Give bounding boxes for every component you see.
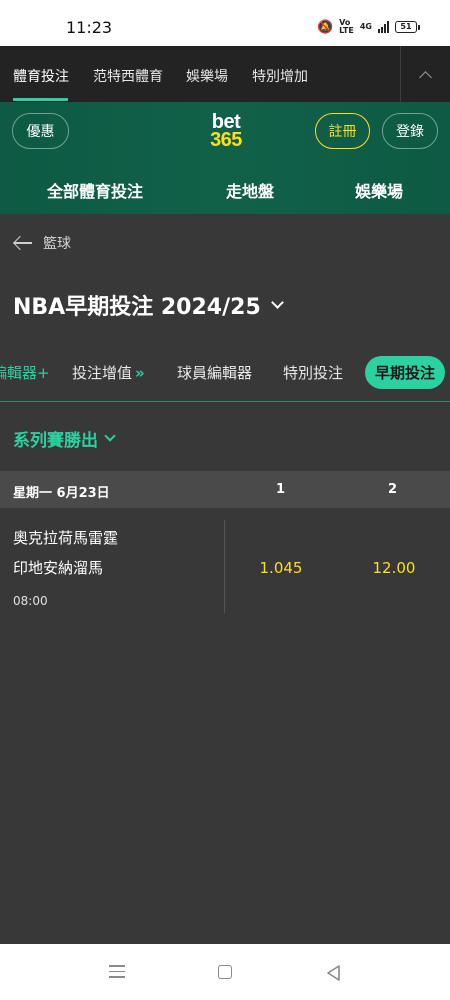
- chevron-up-icon: [419, 70, 432, 84]
- top-tab-specials[interactable]: 特別增加: [252, 66, 308, 86]
- subtab-specials[interactable]: 特別投注: [283, 362, 343, 383]
- market-title: 系列賽勝出: [13, 431, 98, 451]
- battery-icon: 51: [395, 21, 420, 33]
- login-button[interactable]: 登錄: [382, 113, 438, 149]
- top-nav: 體育投注 范特西體育 娛樂場 特別增加: [0, 46, 450, 102]
- back-label: 籃球: [43, 236, 71, 252]
- status-icons: 🔕 Vo LTE 4G 51: [317, 19, 420, 35]
- subtab-early-betting[interactable]: 早期投注: [365, 356, 445, 389]
- odds-button-1[interactable]: 1.045: [236, 559, 326, 577]
- network-4g-icon: 4G: [359, 22, 372, 31]
- subtab-bar: 編輯器+ 投注增值» 球員編輯器 特別投注 早期投注: [0, 352, 450, 392]
- system-nav-bar: [0, 944, 450, 1000]
- arrow-left-icon: [12, 235, 33, 251]
- back-link[interactable]: 籃球: [12, 233, 71, 253]
- team-home[interactable]: 奧克拉荷馬雷霆: [13, 527, 118, 548]
- back-icon[interactable]: [325, 964, 343, 982]
- chevron-down-icon: [270, 295, 284, 309]
- recent-apps-icon[interactable]: [109, 965, 125, 978]
- register-button[interactable]: 註冊: [315, 113, 370, 149]
- volte-icon: Vo LTE: [339, 18, 354, 35]
- market-dropdown[interactable]: 系列賽勝出: [13, 426, 116, 451]
- match-date: 星期一 6月23日: [13, 486, 110, 501]
- match-row: 奧克拉荷馬雷霆 印地安納溜馬 08:00 1.045 12.00: [0, 508, 450, 620]
- subtab-player-builder[interactable]: 球員編輯器: [177, 362, 252, 383]
- home-icon[interactable]: [218, 965, 232, 979]
- site-header: 優惠 bet 365 註冊 登錄 全部體育投注 走地盤 娛樂場: [0, 102, 450, 214]
- subtab-underline: [0, 401, 450, 402]
- date-header: 星期一 6月23日 1 2: [0, 471, 450, 508]
- divider: [224, 520, 225, 613]
- page-title: NBA早期投注 2024/25: [13, 295, 261, 320]
- active-tab-indicator: [13, 98, 68, 101]
- subtab-price-boost[interactable]: 投注增值»: [72, 362, 145, 383]
- collapse-button[interactable]: [401, 46, 450, 102]
- page-title-dropdown[interactable]: NBA早期投注 2024/25: [13, 289, 284, 321]
- column-header-1: 1: [276, 482, 286, 497]
- subtab-bet-builder[interactable]: 編輯器+: [0, 362, 50, 383]
- promotions-button[interactable]: 優惠: [12, 113, 69, 149]
- column-header-2: 2: [388, 482, 398, 497]
- signal-icon: [378, 21, 389, 33]
- main-nav-in-play[interactable]: 走地盤: [226, 178, 274, 202]
- status-time: 11:23: [66, 18, 113, 37]
- odds-button-2[interactable]: 12.00: [349, 559, 439, 577]
- main-nav-all-sports[interactable]: 全部體育投注: [47, 178, 143, 202]
- top-tab-casino[interactable]: 娛樂場: [186, 66, 228, 86]
- team-away[interactable]: 印地安納溜馬: [13, 557, 103, 578]
- bet365-logo[interactable]: bet 365: [204, 112, 248, 150]
- match-time: 08:00: [13, 594, 48, 608]
- top-tab-fantasy[interactable]: 范特西體育: [93, 66, 163, 86]
- boost-arrows-icon: »: [135, 364, 145, 382]
- status-bar: 11:23 🔕 Vo LTE 4G 51: [0, 0, 450, 46]
- bell-off-icon: 🔕: [316, 19, 334, 35]
- chevron-down-icon: [104, 430, 116, 442]
- top-tab-sports[interactable]: 體育投注: [13, 66, 69, 86]
- main-nav-casino[interactable]: 娛樂場: [355, 178, 403, 202]
